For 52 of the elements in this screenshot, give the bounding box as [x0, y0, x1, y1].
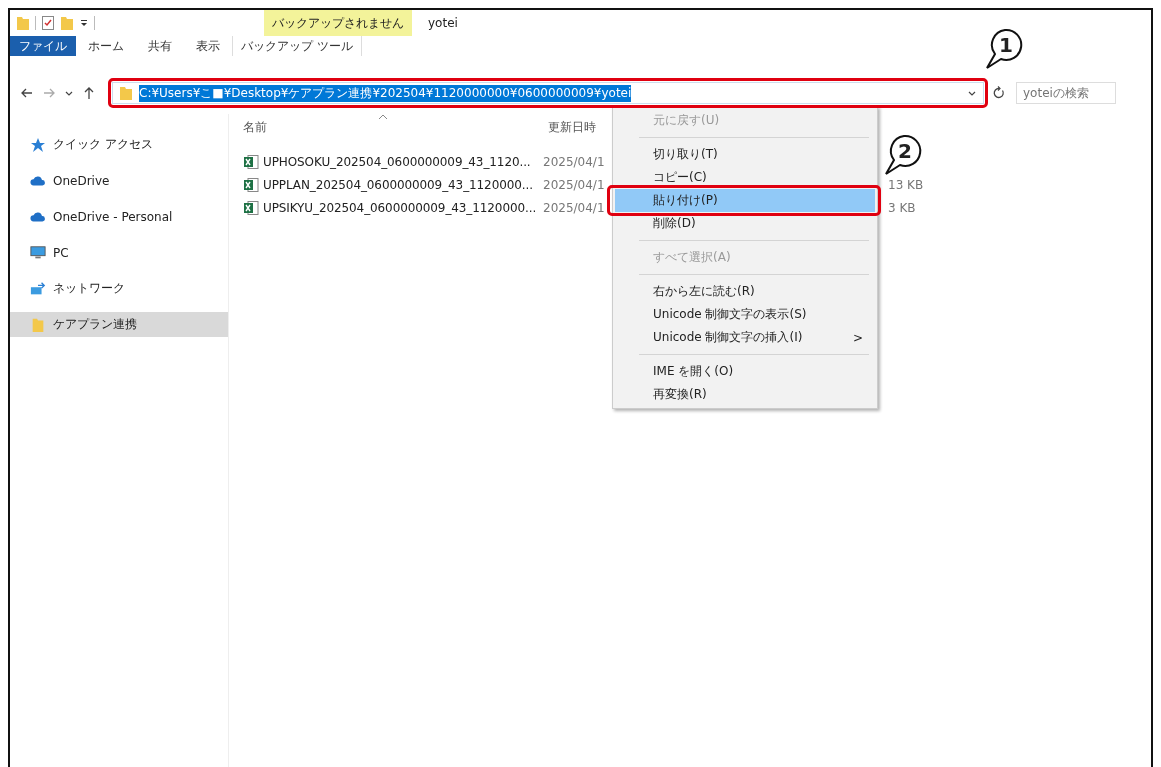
ribbon-tab[interactable]: 共有	[136, 36, 184, 56]
up-arrow-icon[interactable]	[82, 86, 96, 100]
file-date: 2025/04/1	[543, 177, 606, 192]
file-name[interactable]: UPSIKYU_202504_0600000009_43_1120000...	[263, 200, 543, 215]
context-tab-label: バックアップされません	[264, 10, 412, 36]
menu-item[interactable]: 切り取り(T)	[615, 143, 875, 166]
checklist-icon[interactable]	[41, 15, 55, 31]
menu-item[interactable]: 貼り付け(P)	[615, 189, 875, 212]
callout-number: 2	[898, 139, 912, 163]
file-size: 3 KB	[888, 200, 916, 215]
column-header[interactable]: 名前	[243, 118, 548, 136]
address-path: C:¥Users¥こ■¥Desktop¥ケアプラン連携¥202504¥1120000000¥0600000009¥yotei	[139, 84, 632, 102]
refresh-icon[interactable]	[992, 86, 1006, 100]
nav-item[interactable]: クイック アクセス	[10, 132, 228, 157]
menu-item[interactable]: 削除(D)	[615, 212, 875, 235]
callout-number: 1	[999, 33, 1013, 57]
file-size: 13 KB	[888, 177, 924, 192]
folder-icon	[30, 316, 46, 333]
file-name[interactable]: UPHOSOKU_202504_0600000009_43_1120...	[263, 154, 543, 169]
window-title: yotei	[428, 16, 458, 30]
nav-item[interactable]: ネットワーク	[10, 276, 228, 301]
spreadsheet-file-icon	[243, 153, 259, 170]
menu-item[interactable]: コピー(C)	[615, 166, 875, 189]
monitor-icon	[30, 244, 46, 261]
star-icon	[30, 136, 46, 153]
ribbon-tab[interactable]: ファイル	[10, 36, 76, 56]
column-header[interactable]: 更新日時	[548, 118, 596, 136]
nav-item[interactable]: ケアプラン連携	[10, 312, 228, 337]
search-field[interactable]: yoteiの検索	[1016, 82, 1116, 104]
menu-item[interactable]: 再変換(R)	[615, 383, 875, 406]
address-bar[interactable]: C:¥Users¥こ■¥Desktop¥ケアプラン連携¥202504¥1120000000¥0600000009¥yotei	[112, 82, 984, 104]
ribbon-tab[interactable]: 表示	[184, 36, 232, 56]
menu-item[interactable]: 右から左に読む(R)	[615, 280, 875, 303]
nav-item[interactable]: PC	[10, 240, 228, 265]
folder-icon	[119, 85, 133, 101]
menu-item[interactable]: Unicode 制御文字の挿入(I) >	[615, 326, 875, 349]
file-date: 2025/04/1	[543, 154, 606, 169]
spreadsheet-file-icon	[243, 176, 259, 193]
ribbon-tab[interactable]: バックアップ ツール	[232, 36, 362, 56]
dropdown-icon[interactable]	[79, 18, 89, 28]
file-date: 2025/04/1	[543, 200, 606, 215]
network-icon	[30, 280, 46, 297]
sort-caret-icon	[378, 114, 388, 120]
ribbon-tab[interactable]: ホーム	[76, 36, 136, 56]
menu-item[interactable]: Unicode 制御文字の表示(S)	[615, 303, 875, 326]
nav-item[interactable]: OneDrive	[10, 168, 228, 193]
back-icon[interactable]	[20, 86, 34, 100]
spreadsheet-file-icon	[243, 199, 259, 216]
nav-item[interactable]: OneDrive - Personal	[10, 204, 228, 229]
menu-item[interactable]: IME を開く(O)	[615, 360, 875, 383]
file-name[interactable]: UPPLAN_202504_0600000009_43_1120000...	[263, 177, 543, 192]
submenu-arrow: >	[852, 330, 863, 345]
